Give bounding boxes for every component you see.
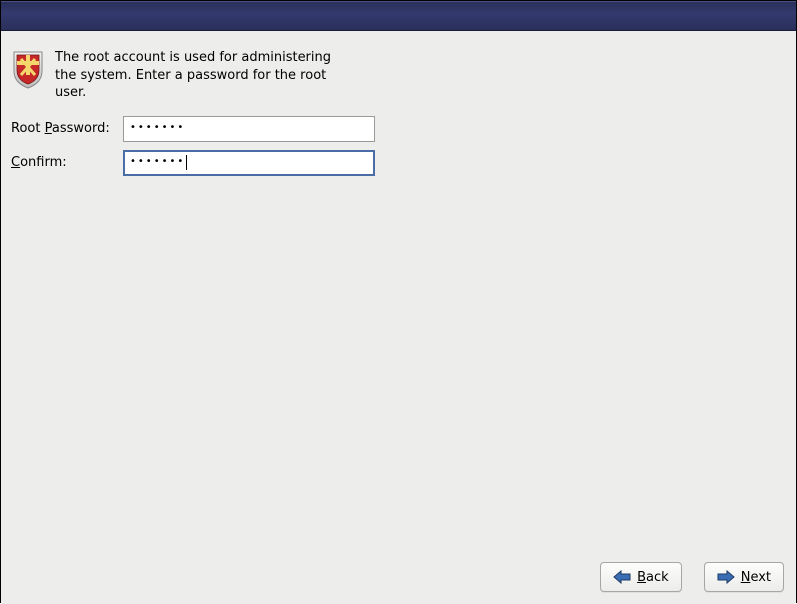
button-bar: Back Next <box>600 562 784 592</box>
next-button[interactable]: Next <box>704 562 784 592</box>
intro-text: The root account is used for administeri… <box>55 49 355 102</box>
next-post: ext <box>750 570 771 585</box>
header-band <box>1 1 796 31</box>
root-shield-icon <box>11 49 45 89</box>
password-label-pre: Root <box>11 121 45 136</box>
arrow-left-icon <box>613 570 631 584</box>
next-accel: N <box>741 570 751 585</box>
text-caret <box>186 155 187 170</box>
confirm-input[interactable]: ••••••• <box>123 150 375 176</box>
main-content: The root account is used for administeri… <box>1 31 796 604</box>
password-input[interactable]: ••••••• <box>123 116 375 142</box>
intro-row: The root account is used for administeri… <box>11 49 786 102</box>
back-post: ack <box>646 570 669 585</box>
password-label: Root Password: <box>11 121 123 136</box>
arrow-right-icon <box>717 570 735 584</box>
back-accel: B <box>637 570 646 585</box>
confirm-label-post: onfirm: <box>20 155 67 170</box>
next-button-label: Next <box>741 570 771 585</box>
password-value: ••••••• <box>130 122 185 133</box>
password-row: Root Password: ••••••• <box>11 116 786 142</box>
back-button-label: Back <box>637 570 669 585</box>
password-label-accel: P <box>45 121 52 136</box>
password-label-post: assword: <box>52 121 110 136</box>
confirm-row: Confirm: ••••••• <box>11 150 786 176</box>
back-button[interactable]: Back <box>600 562 682 592</box>
confirm-value: ••••••• <box>130 156 185 167</box>
confirm-label: Confirm: <box>11 155 123 170</box>
confirm-label-accel: C <box>11 155 20 170</box>
